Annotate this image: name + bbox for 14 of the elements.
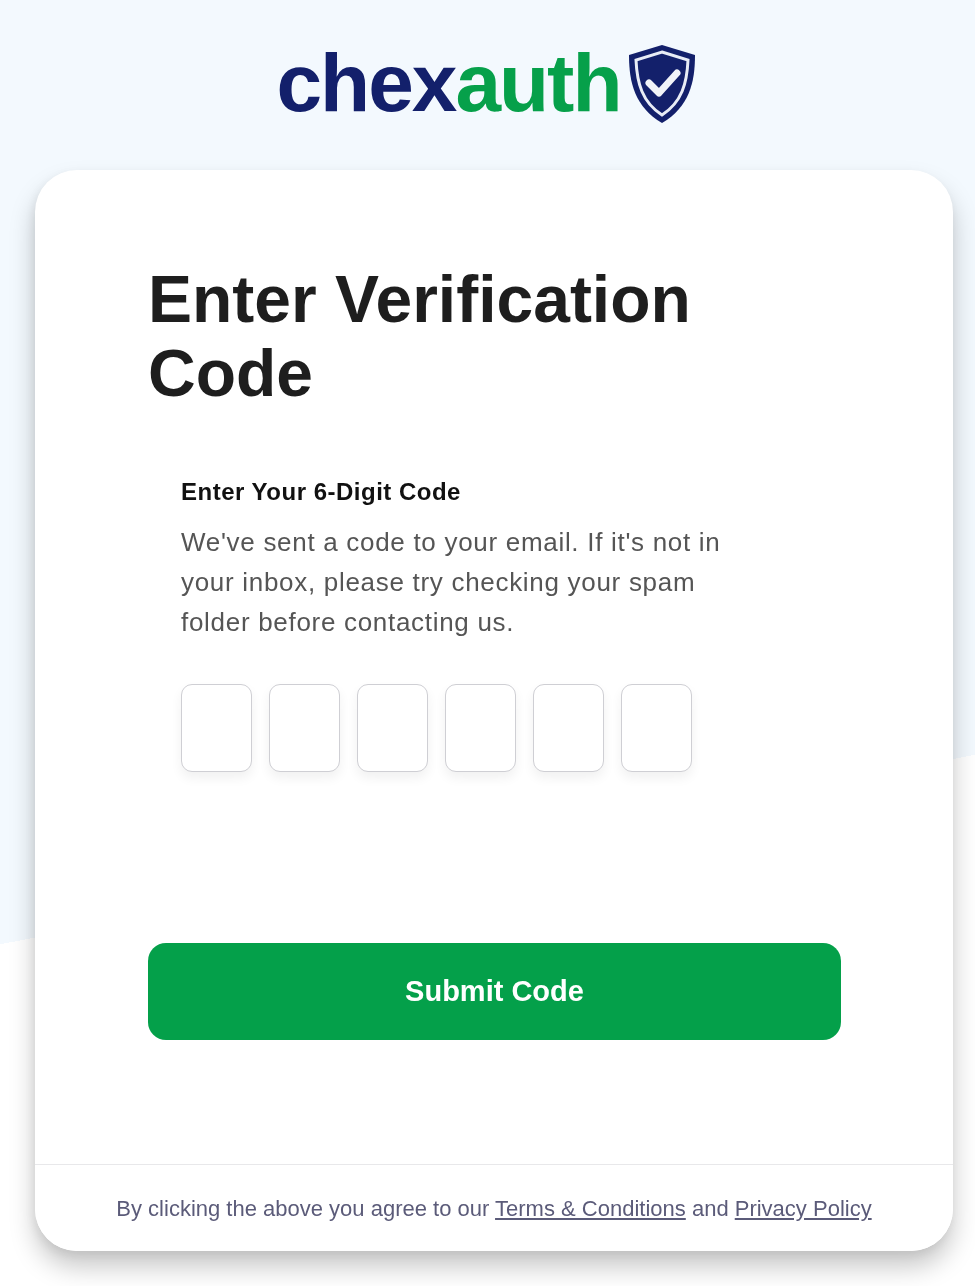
digit-input[interactable] xyxy=(533,684,604,772)
digit-input[interactable] xyxy=(181,684,252,772)
digit-input[interactable] xyxy=(269,684,340,772)
logo-wordmark: chexauth xyxy=(276,42,621,124)
digit-input[interactable] xyxy=(445,684,516,772)
code-instructions: We've sent a code to your email. If it's not in your inbox, please try checking your spam folder before contacting us. xyxy=(181,526,722,639)
submit-code-button[interactable]: Submit Code xyxy=(148,943,841,1040)
terms-link[interactable]: Terms & Conditions xyxy=(495,1195,686,1221)
page-title: Enter Verification Code xyxy=(148,262,692,410)
digit-input[interactable] xyxy=(621,684,692,772)
privacy-link[interactable]: Privacy Policy xyxy=(734,1195,872,1221)
code-label: Enter Your 6-Digit Code xyxy=(181,478,462,506)
digit-input[interactable] xyxy=(357,684,428,772)
consent-text: By clicking the above you agree to our Terms & Conditions and Privacy Policy xyxy=(116,1194,872,1223)
